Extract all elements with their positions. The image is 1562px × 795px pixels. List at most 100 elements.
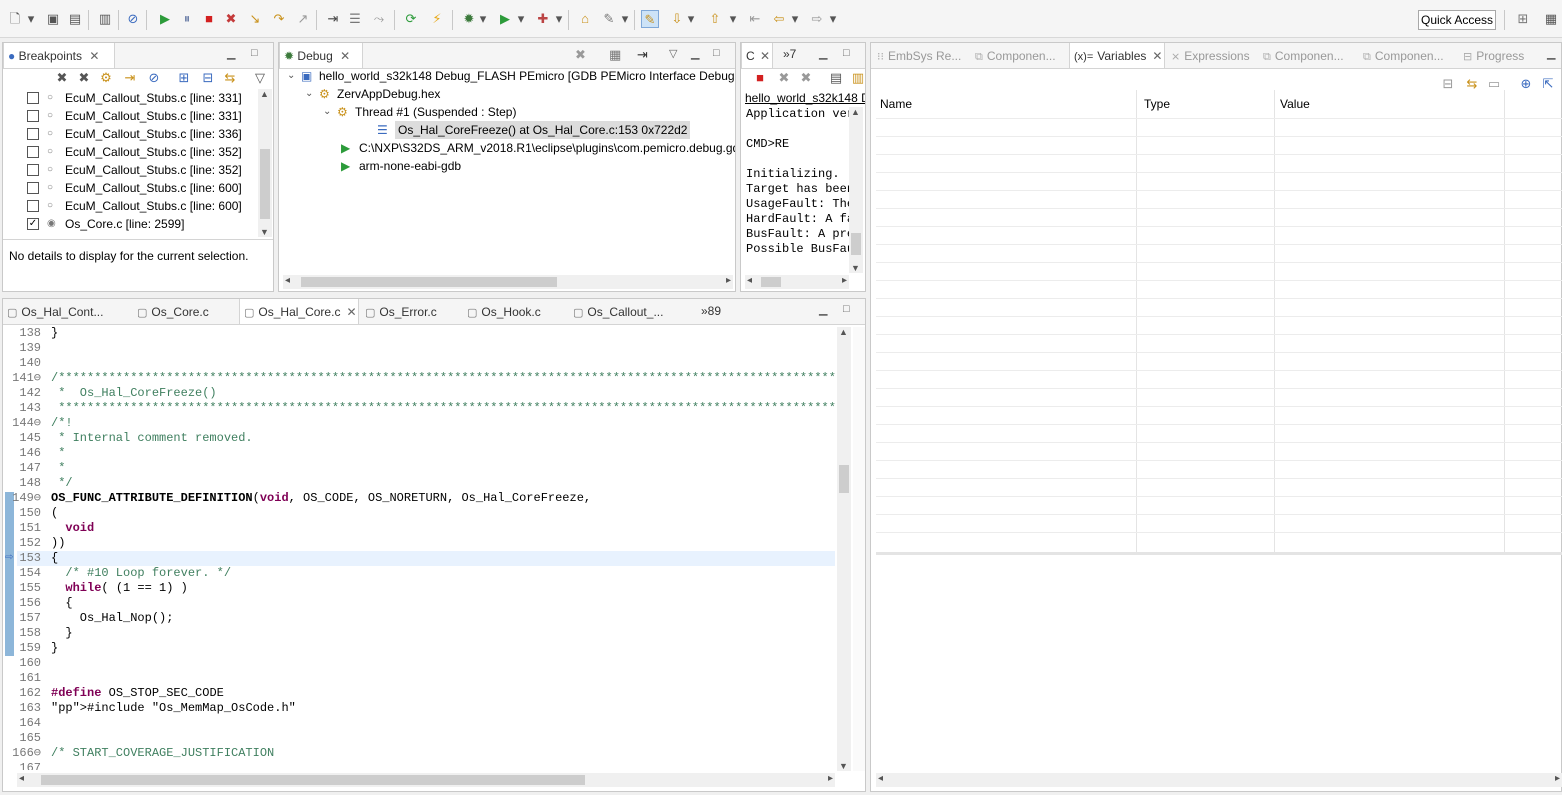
code-line[interactable]: 156 { [3,596,835,611]
new-dropdown-icon[interactable]: ▾ [26,10,36,28]
step-return-icon[interactable]: ↗ [294,10,312,28]
minimize-icon[interactable]: ▁ [227,47,235,60]
maximize-icon[interactable]: □ [251,47,258,59]
code-line[interactable]: 158 } [3,626,835,641]
view-menu-icon[interactable]: ▽ [251,69,269,87]
save-all-icon[interactable]: ▤ [66,10,84,28]
right-tab[interactable]: ⁝⁝ EmbSys Re... [873,43,969,68]
show-breakpoints-icon[interactable]: ⚙ [97,69,115,87]
breakpoint-row[interactable]: ○ EcuM_Callout_Stubs.c [line: 600] [3,179,255,197]
minimize-icon[interactable]: ▁ [691,47,699,60]
new-icon[interactable]: 🗋 [6,10,24,28]
link-with-debug-icon[interactable]: ⇆ [221,69,239,87]
code-line[interactable]: 157 Os_Hal_Nop(); [3,611,835,626]
new-view-icon[interactable]: ⊕ [1517,75,1535,93]
view-menu-icon[interactable]: ▽ [669,47,677,60]
code-line[interactable]: 146 * [3,446,835,461]
right-tab[interactable]: (x)= Variables ✕ [1069,43,1165,68]
editor-tab[interactable]: ▢ Os_Hal_Cont... [3,299,129,324]
expand-chevron-icon[interactable]: ⌄ [287,67,295,85]
show-type-names-icon[interactable]: ⇆ [1463,75,1481,93]
goto-file-icon[interactable]: ⇥ [121,69,139,87]
maximize-icon[interactable]: □ [843,47,850,59]
minimize-icon[interactable]: ▁ [819,303,827,316]
minimize-icon[interactable]: ▁ [1547,47,1555,60]
instruction-step-icon[interactable]: ⇥ [637,47,648,63]
code-line[interactable]: 152)) [3,536,835,551]
run-dropdown-icon[interactable]: ▾ [516,10,526,28]
editor-tab[interactable]: ▢ Os_Error.c [361,299,461,324]
right-tab[interactable]: ⊟ Progress [1459,43,1541,68]
prev-annotation-dropdown-icon[interactable]: ▾ [728,10,738,28]
breakpoints-scrollbar[interactable]: ▲ ▼ [258,89,272,237]
code-line[interactable]: 140 [3,356,835,371]
console-vscrollbar[interactable]: ▲ ▼ [849,107,863,273]
right-tab[interactable]: ⧉ Componen... [1259,43,1357,68]
expand-chevron-icon[interactable]: ⌄ [323,103,331,121]
debug-icon[interactable]: ✹ [460,10,478,28]
save-icon[interactable]: ▣ [44,10,62,28]
binary-icon[interactable]: ▥ [96,10,114,28]
resume-icon[interactable]: ▶ [156,10,174,28]
close-icon[interactable]: ✕ [340,49,350,63]
build-dropdown-icon[interactable]: ▾ [620,10,630,28]
code-line[interactable]: 162 #define OS_STOP_SEC_CODE [3,686,835,701]
close-icon[interactable]: ✕ [89,49,99,63]
breakpoint-checkbox[interactable] [27,146,39,158]
instruction-stepping-icon[interactable]: ⇥ [324,10,342,28]
code-line[interactable]: 153 { [3,551,835,566]
editor-vscrollbar[interactable]: ▲ ▼ [837,327,851,771]
code-line[interactable]: 145 * Internal comment removed. [3,431,835,446]
code-line[interactable]: 149⊖ OS_FUNC_ATTRIBUTE_DEFINITION(void, O… [3,491,835,506]
column-header[interactable]: Value [1280,90,1310,118]
open-project-icon[interactable]: ⌂ [576,10,594,28]
breakpoint-row[interactable]: ○ EcuM_Callout_Stubs.c [line: 352] [3,143,255,161]
skip-all-icon[interactable]: ⊘ [145,69,163,87]
back-dropdown-icon[interactable]: ▾ [790,10,800,28]
breakpoint-checkbox[interactable] [27,182,39,194]
terminate-icon[interactable]: ■ [200,10,218,28]
code-line[interactable]: 138} [3,326,835,341]
clear-console-icon[interactable]: ▤ [827,69,845,87]
code-line[interactable]: 147 * [3,461,835,476]
quick-access-field[interactable]: Quick Access [1418,10,1496,30]
refresh-icon[interactable]: ⟳ [402,10,420,28]
disconnect-icon[interactable]: ✖ [222,10,240,28]
tab-debug[interactable]: ✹ Debug ✕ [279,43,363,68]
code-line[interactable]: 161 [3,671,835,686]
code-line[interactable]: 144⊖ /*! [3,416,835,431]
binary-view-icon[interactable]: ▦ [609,47,621,63]
code-editor[interactable]: 138} 139 140 141⊖/*************************… [3,326,835,770]
code-line[interactable]: 167 [3,761,835,770]
code-line[interactable]: 150 ( [3,506,835,521]
remove-breakpoint-icon[interactable]: ✖ [53,69,71,87]
breakpoint-row[interactable]: ○ EcuM_Callout_Stubs.c [line: 331] [3,107,255,125]
code-line[interactable]: 155 while( (1 == 1) ) [3,581,835,596]
code-line[interactable]: 139 [3,341,835,356]
code-line[interactable]: 160 [3,656,835,671]
editor-hscrollbar[interactable]: ◂ ▸ [17,773,835,787]
variables-hscrollbar[interactable]: ◂ ▸ [876,773,1562,787]
skip-breakpoints-icon[interactable]: ⊘ [124,10,142,28]
next-annotation-icon[interactable]: ⇩ [668,10,686,28]
filter-icon[interactable]: ☰ [346,10,364,28]
debug-hscrollbar[interactable]: ◂ ▸ [283,275,733,289]
console-hscrollbar[interactable]: ◂ ▸ [745,275,849,289]
step-into-icon[interactable]: ↘ [246,10,264,28]
maximize-icon[interactable]: □ [713,47,720,59]
close-icon[interactable]: ✕ [346,305,356,319]
maximize-icon[interactable]: □ [843,303,850,315]
code-line[interactable]: 163 "pp">#include "Os_MemMap_OsCode.h" [3,701,835,716]
breakpoint-checkbox[interactable]: ✓ [27,218,39,230]
restart-icon[interactable]: ⤳ [370,10,388,28]
right-tab[interactable]: ⨯ Expressions [1167,43,1257,68]
editor-tab-overflow[interactable]: »89 [701,304,721,318]
expand-chevron-icon[interactable]: ⌄ [305,85,313,103]
breakpoint-checkbox[interactable] [27,92,39,104]
collapse-all-icon[interactable]: ⊟ [199,69,217,87]
column-header[interactable]: Type [1144,90,1170,118]
pin-icon[interactable]: ⇱ [1539,75,1557,93]
editor-tab[interactable]: ▢ Os_Hal_Core.c ✕ [239,299,359,324]
code-line[interactable]: 143 ************************************… [3,401,835,416]
remove-launch-icon[interactable]: ✖ [775,69,793,87]
